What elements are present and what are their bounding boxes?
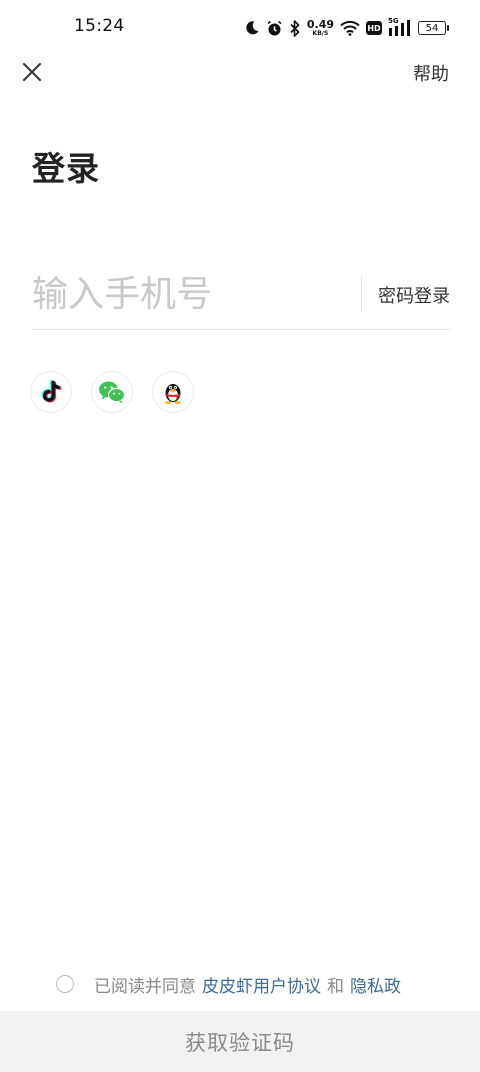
agreement-row: 已阅读并同意 皮皮虾用户协议 和 隐私政 (56, 972, 401, 997)
close-icon (23, 63, 41, 81)
help-link[interactable]: 帮助 (413, 60, 449, 86)
hd-icon: HD (366, 21, 382, 35)
moon-icon (244, 20, 260, 36)
status-time: 15:24 (74, 16, 125, 36)
agreement-and: 和 (327, 976, 344, 997)
login-page: 15:24 0.49 KB/S HD 5G 54 帮助 登录 输入手机号 密码登… (0, 0, 480, 1072)
phone-input-row: 密码登录 (32, 262, 450, 330)
agreement-prefix: 已阅读并同意 (94, 976, 196, 997)
qq-login-button[interactable] (152, 371, 194, 413)
bluetooth-icon (289, 19, 301, 37)
privacy-policy-link[interactable]: 隐私政 (350, 972, 401, 997)
vertical-divider (361, 276, 362, 312)
net-speed-unit: KB/S (312, 30, 329, 37)
net-speed-value: 0.49 (306, 18, 334, 31)
get-code-button[interactable]: 获取验证码 (0, 1011, 480, 1072)
phone-input[interactable] (32, 268, 352, 320)
close-button[interactable] (16, 56, 48, 88)
douyin-icon (41, 380, 62, 403)
agreement-checkbox[interactable] (56, 975, 74, 993)
alarm-icon (266, 20, 283, 37)
wifi-icon (340, 20, 360, 36)
status-icons: 0.49 KB/S HD 5G 54 (244, 14, 449, 42)
social-login-row (30, 371, 194, 413)
net-speed: 0.49 KB/S (307, 19, 334, 37)
douyin-login-button[interactable] (30, 371, 72, 413)
qq-icon (165, 384, 181, 404)
wechat-icon (99, 381, 126, 403)
status-bar: 15:24 0.49 KB/S HD 5G 54 (0, 0, 480, 56)
wechat-login-button[interactable] (91, 371, 133, 413)
page-title: 登录 (32, 149, 100, 188)
signal-icon: 5G (388, 17, 412, 37)
password-login-link[interactable]: 密码登录 (378, 282, 450, 308)
user-agreement-link[interactable]: 皮皮虾用户协议 (202, 972, 321, 997)
battery-icon: 54 (418, 21, 449, 35)
